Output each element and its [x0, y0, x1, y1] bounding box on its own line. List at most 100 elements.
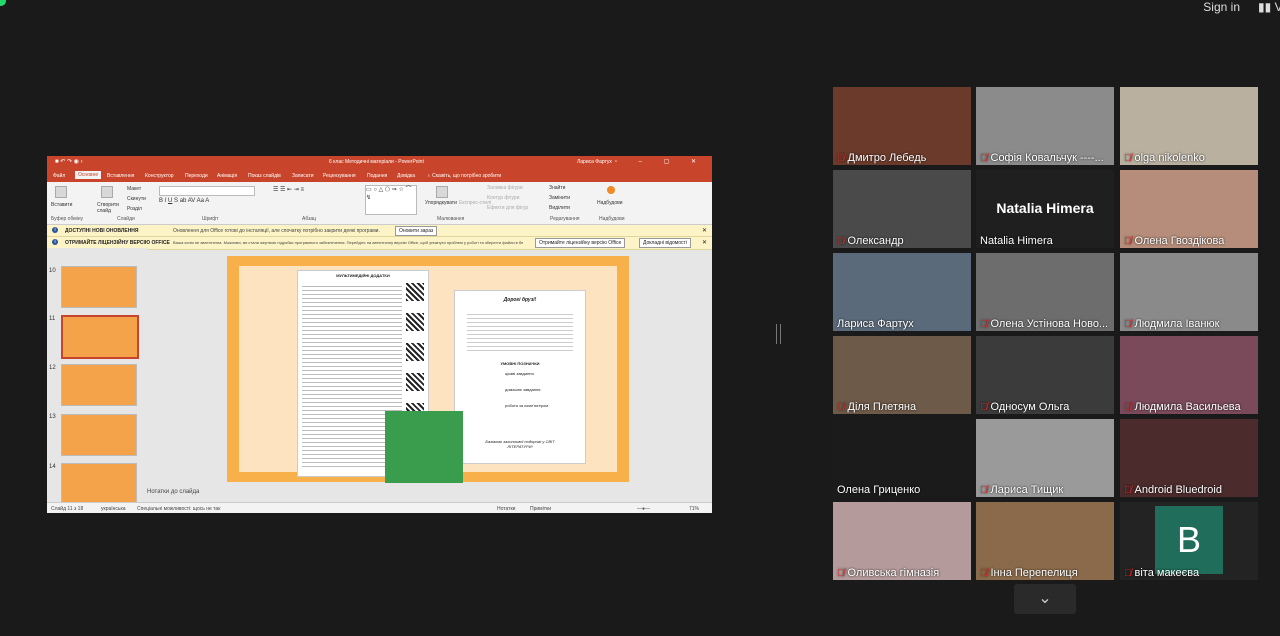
paragraph-label: Абзац	[302, 216, 317, 222]
update-bar-title: ДОСТУПНІ НОВІ ОНОВЛЕННЯ	[65, 228, 139, 234]
addins-icon[interactable]	[607, 186, 615, 194]
tab-help[interactable]: Довідка	[397, 173, 415, 179]
reset-button[interactable]: Скинути	[127, 196, 146, 202]
arrange-button[interactable]: Упорядкувати	[425, 200, 457, 206]
tab-insert[interactable]: Вставлення	[107, 173, 134, 179]
participant-tile[interactable]: 🎙̸ Оливська гімназія	[833, 502, 971, 580]
legend-heading: УМОВНІ ПОЗНАЧКИ	[500, 361, 540, 366]
learn-more-button[interactable]: Докладні відомості	[639, 238, 691, 248]
participant-name-text: Інна Перепелиця	[990, 567, 1078, 579]
tab-animations[interactable]: Анімація	[217, 173, 237, 179]
participant-name: Лариса Фартух	[837, 318, 914, 330]
tab-view[interactable]: Подання	[367, 173, 387, 179]
new-slide-icon[interactable]	[101, 186, 113, 198]
shapes-gallery[interactable]: ▭ ○ △ ⬠ ⇒ ☆ ⌒ ↯	[365, 185, 417, 215]
tab-record[interactable]: Записати	[292, 173, 314, 179]
slide-thumbnail-selected[interactable]	[61, 315, 139, 359]
legend-item: цікаві завдання	[505, 371, 534, 376]
notes-pane[interactable]: Нотатки до слайда	[147, 489, 712, 499]
muted-mic-icon: 🎙̸	[980, 153, 988, 164]
avatar: B	[1155, 506, 1223, 574]
view-button[interactable]: ▮▮ V	[1258, 0, 1280, 14]
tab-review[interactable]: Рецензування	[323, 173, 356, 179]
participant-tile[interactable]: B 🎙̸ віта макеєва	[1120, 502, 1258, 580]
replace-button[interactable]: Замінити	[549, 195, 570, 201]
info-icon: i	[52, 227, 58, 233]
layout-button[interactable]: Макет	[127, 186, 141, 192]
participant-tile[interactable]: 🎙̸ Олександр	[833, 170, 971, 248]
addins-button[interactable]: Надбудови	[597, 200, 623, 206]
slide-thumbnail[interactable]	[61, 266, 137, 308]
font-name-select[interactable]	[159, 186, 255, 196]
update-now-button[interactable]: Оновити зараз	[395, 226, 438, 236]
zoom-level[interactable]: 71%	[689, 506, 699, 512]
main-slide[interactable]: МУЛЬТИМЕДІЙНІ ДОДАТКИ Дорогі друзі! УМОВ…	[227, 256, 629, 483]
section-button[interactable]: Розділ	[127, 206, 142, 212]
paragraph-buttons[interactable]: ☰ ☰ ⇤ ⇥ ≡	[273, 186, 304, 193]
window-controls[interactable]: ▫ – ▢ ✕	[615, 158, 706, 165]
participant-name: 🎙̸ Лариса Тищик	[980, 484, 1063, 496]
slide-background: МУЛЬТИМЕДІЙНІ ДОДАТКИ Дорогі друзі! УМОВ…	[239, 266, 617, 483]
notes-button[interactable]: Нотатки	[497, 506, 515, 512]
sign-in-button[interactable]: Sign in	[1203, 0, 1240, 14]
tab-transitions[interactable]: Переходи	[185, 173, 208, 179]
quick-access-icons[interactable]: ■ ↶ ↷ ◉ ‹	[55, 158, 83, 165]
participant-tile[interactable]: 🎙̸ Олена Устінова Ново...	[976, 253, 1114, 331]
participant-tile[interactable]: 🎙̸ Людмила Іванюк	[1120, 253, 1258, 331]
muted-mic-icon: 🎙̸	[1124, 319, 1132, 330]
tab-file[interactable]: Файл	[53, 173, 65, 179]
participant-tile[interactable]: Олена Гриценко	[833, 419, 971, 497]
participant-tile[interactable]: 🎙̸ Софія Ковальчук ----...	[976, 87, 1114, 165]
slide-thumbnail[interactable]	[61, 364, 137, 406]
participant-tile[interactable]: 🎙̸ Лариса Тищик	[976, 419, 1114, 497]
info-icon: i	[52, 239, 58, 245]
select-button[interactable]: Виділити	[549, 205, 570, 211]
slide-thumbnail[interactable]	[61, 414, 137, 456]
close-icon[interactable]: ✕	[702, 239, 707, 246]
drawing-label: Малювання	[437, 216, 465, 222]
accessibility-indicator[interactable]: Спеціальні можливості: щось не так	[137, 506, 220, 512]
shape-outline-button[interactable]: Контур фігури	[487, 195, 519, 201]
shared-screen: ■ ↶ ↷ ◉ ‹ 6 клас Методичні матеріали - P…	[47, 156, 712, 513]
tab-design[interactable]: Конструктор	[145, 173, 174, 179]
participant-tile[interactable]: 🎙̸ Односум Ольга	[976, 336, 1114, 414]
new-slide-button[interactable]: Створити слайд	[97, 202, 121, 214]
participant-name: 🎙̸ Софія Ковальчук ----...	[980, 152, 1104, 164]
participant-tile[interactable]: 🎙̸ Android Bluedroid	[1120, 419, 1258, 497]
tab-home[interactable]: Основне	[75, 171, 102, 179]
thumb-number: 11	[49, 316, 56, 322]
participant-tile[interactable]: 🎙̸ olga nikolenko	[1120, 87, 1258, 165]
get-license-button[interactable]: Отримайте ліцензійну версію Office	[535, 238, 626, 248]
participant-name: 🎙̸ Людмила Васильева	[1124, 401, 1241, 413]
tell-me-search[interactable]: ♁ Скажіть, що потрібно зробити	[427, 173, 501, 179]
participant-tile[interactable]: 🎙̸ Дмитро Лебедь	[833, 87, 971, 165]
participant-name-text: Natalia Himera	[980, 235, 1053, 247]
view-icon: ▮▮	[1258, 0, 1272, 14]
participant-tile[interactable]: 🎙̸ Діля Плетяна	[833, 336, 971, 414]
thumb-number: 12	[49, 365, 56, 371]
comments-button[interactable]: Примітки	[530, 506, 551, 512]
paste-button[interactable]: Вставити	[51, 202, 72, 208]
tab-slideshow[interactable]: Показ слайдів	[248, 173, 281, 179]
slide-right-title: Дорогі друзі!	[503, 297, 537, 303]
paste-icon[interactable]	[55, 186, 67, 198]
participant-tile[interactable]: Natalia Himera Natalia Himera	[976, 170, 1114, 248]
participant-tile[interactable]: 🎙̸ Олена Гвоздікова	[1120, 170, 1258, 248]
participant-tile[interactable]: 🎙̸ Інна Перепелиця	[976, 502, 1114, 580]
chevron-down-icon[interactable]: ⌄	[1014, 584, 1076, 614]
participant-name-text: Оливська гімназія	[847, 567, 940, 579]
close-icon[interactable]: ✕	[702, 227, 707, 234]
status-dot	[0, 0, 6, 6]
shape-fill-button[interactable]: Заливка фігури	[487, 185, 523, 191]
slide-thumbnail[interactable]	[61, 463, 137, 505]
split-handle[interactable]	[776, 324, 781, 344]
participant-tile[interactable]: 🎙̸ Людмила Васильева	[1120, 336, 1258, 414]
find-button[interactable]: Знайти	[549, 185, 565, 191]
arrange-icon[interactable]	[436, 186, 448, 198]
slides-label: Слайди	[117, 216, 135, 222]
shape-effects-button[interactable]: Ефекти для фігур	[487, 205, 528, 211]
font-format-buttons[interactable]: B I U S ab AV Aa A	[159, 198, 209, 204]
zoom-slider[interactable]: —●—	[637, 506, 650, 512]
editing-label: Редагування	[550, 216, 580, 222]
participant-tile[interactable]: Лариса Фартух	[833, 253, 971, 331]
